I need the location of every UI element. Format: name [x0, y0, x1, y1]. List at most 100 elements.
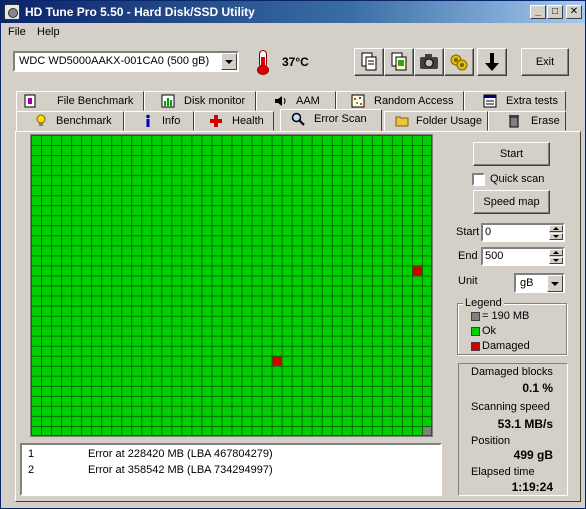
chevron-down-icon[interactable]	[547, 275, 563, 292]
camera-icon	[420, 54, 438, 69]
damaged-block	[271, 355, 282, 366]
error-log-list[interactable]: 1 Error at 228420 MB (LBA 467804279) 2 E…	[20, 443, 442, 496]
tab-label: Random Access	[374, 95, 454, 107]
tab-label: Health	[232, 115, 264, 127]
magnifier-icon	[291, 112, 305, 126]
tab-folder-usage[interactable]: Folder Usage	[384, 111, 488, 131]
start-value: 0	[485, 226, 492, 238]
screenshot-button[interactable]	[414, 48, 444, 76]
app-disk-icon	[4, 4, 20, 20]
close-button[interactable]: ✕	[566, 5, 582, 19]
legend-damaged-swatch	[471, 342, 480, 351]
disk-monitor-icon	[161, 94, 175, 108]
tab-label: Disk monitor	[184, 95, 246, 107]
save-button[interactable]	[477, 48, 507, 76]
health-cross-icon	[210, 115, 222, 127]
elapsed-time-label: Elapsed time	[471, 466, 535, 478]
extra-tests-icon	[483, 94, 497, 108]
tab-info[interactable]: Info	[124, 111, 194, 131]
copy-text-icon	[361, 52, 377, 71]
lightbulb-icon	[36, 114, 46, 126]
save-down-arrow-icon	[485, 53, 499, 71]
tab-file-benchmark[interactable]: File Benchmark	[16, 91, 144, 111]
copy-screenshot-button[interactable]	[384, 48, 414, 76]
app-window: HD Tune Pro 5.50 - Hard Disk/SSD Utility…	[0, 0, 586, 509]
tab-error-scan[interactable]: Error Scan	[280, 109, 382, 131]
legend-title: Legend	[463, 297, 504, 309]
options-icon	[450, 54, 468, 71]
position-label: Position	[471, 435, 511, 447]
unit-select-value: gB	[520, 277, 534, 289]
tab-label: Folder Usage	[416, 115, 483, 127]
tab-label: Extra tests	[506, 95, 558, 107]
position-value: 499 gB	[513, 448, 553, 462]
tab-erase[interactable]: Erase	[488, 111, 566, 131]
copy-text-button[interactable]	[354, 48, 384, 76]
damaged-blocks-value: 0.1 %	[522, 381, 553, 395]
thermometer-icon	[250, 48, 278, 76]
maximize-button[interactable]: □	[547, 5, 563, 19]
end-field-label: End	[458, 250, 478, 262]
info-icon	[146, 114, 150, 127]
tab-health[interactable]: Health	[194, 111, 274, 131]
tab-benchmark[interactable]: Benchmark	[16, 111, 124, 131]
log-message: Error at 358542 MB (LBA 734294997)	[88, 464, 273, 476]
legend-damaged-label: Damaged	[482, 340, 530, 352]
menu-file[interactable]: File	[8, 26, 26, 38]
legend-block-swatch	[471, 312, 480, 321]
tab-label: Benchmark	[56, 115, 112, 127]
scan-map	[30, 134, 433, 437]
scan-grid	[31, 135, 432, 436]
menu-help[interactable]: Help	[37, 26, 60, 38]
window-title: HD Tune Pro 5.50 - Hard Disk/SSD Utility	[25, 5, 255, 19]
tab-aam[interactable]: AAM	[256, 91, 336, 111]
legend-ok-swatch	[471, 327, 480, 336]
tab-disk-monitor[interactable]: Disk monitor	[144, 91, 256, 111]
quick-scan-checkbox[interactable]	[472, 173, 485, 186]
chevron-down-icon[interactable]	[221, 53, 237, 70]
tab-label: Info	[162, 115, 181, 127]
pending-block	[421, 425, 432, 436]
log-number: 2	[28, 464, 35, 476]
speaker-icon	[275, 96, 286, 106]
unit-select[interactable]: gB	[514, 273, 565, 293]
log-message: Error at 228420 MB (LBA 467804279)	[88, 448, 273, 460]
title-bar[interactable]: HD Tune Pro 5.50 - Hard Disk/SSD Utility…	[1, 1, 585, 23]
start-button[interactable]: Start	[473, 142, 550, 166]
legend-block-label: = 190 MB	[482, 310, 530, 322]
spin-buttons[interactable]	[549, 225, 563, 240]
log-number: 1	[28, 448, 35, 460]
folder-icon	[395, 116, 409, 127]
scanning-speed-value: 53.1 MB/s	[497, 417, 553, 431]
trash-icon	[509, 115, 519, 128]
tab-label: File Benchmark	[57, 95, 134, 107]
drive-select[interactable]: WDC WD5000AAKX-001CA0 (500 gB)	[13, 51, 239, 72]
minimize-button[interactable]: _	[530, 5, 546, 19]
speed-map-button[interactable]: Speed map	[473, 190, 550, 214]
damaged-block	[411, 265, 422, 276]
quick-scan-label: Quick scan	[490, 173, 545, 185]
elapsed-time-value: 1:19:24	[511, 480, 553, 494]
exit-button[interactable]: Exit	[521, 48, 569, 76]
tab-label: Erase	[531, 115, 560, 127]
spin-buttons[interactable]	[549, 249, 563, 264]
start-spinbox[interactable]: 0	[481, 223, 565, 242]
copy-screenshot-icon	[391, 52, 407, 71]
tab-random-access[interactable]: Random Access	[336, 91, 464, 111]
end-spinbox[interactable]: 500	[481, 247, 565, 266]
start-field-label: Start	[456, 226, 480, 238]
random-access-icon	[351, 94, 365, 108]
drive-select-value: WDC WD5000AAKX-001CA0 (500 gB)	[19, 55, 210, 67]
file-benchmark-icon	[24, 94, 36, 108]
end-value: 500	[485, 250, 504, 262]
tab-label: Error Scan	[314, 113, 367, 125]
temperature-readout: 37°C	[282, 55, 309, 69]
scanning-speed-label: Scanning speed	[471, 401, 550, 413]
options-button[interactable]	[444, 48, 474, 76]
tab-label: AAM	[296, 95, 320, 107]
legend-ok-label: Ok	[482, 325, 497, 337]
menu-bar: File Help	[1, 23, 585, 42]
unit-label: Unit	[458, 275, 478, 287]
tab-extra-tests[interactable]: Extra tests	[464, 91, 566, 111]
damaged-blocks-label: Damaged blocks	[471, 366, 553, 378]
